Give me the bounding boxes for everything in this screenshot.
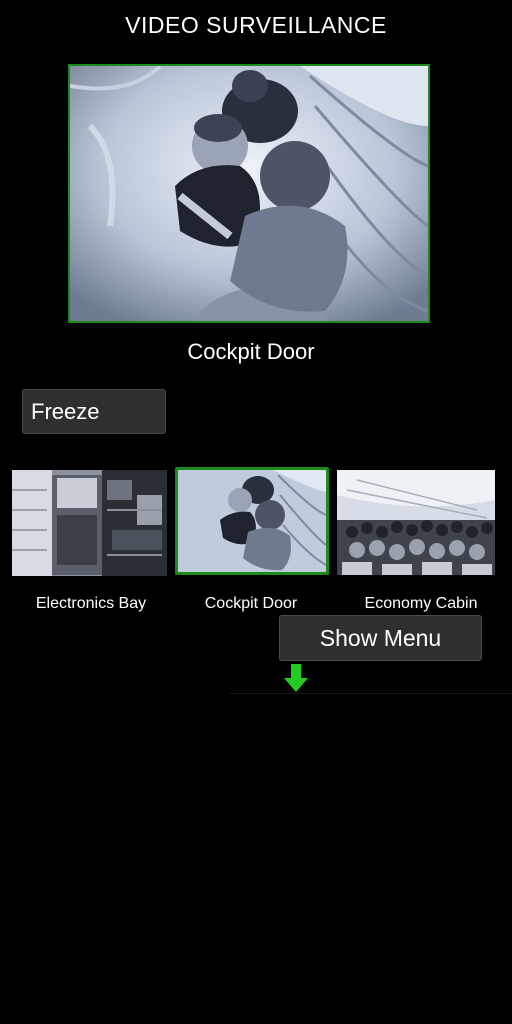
- cockpit-door-thumb-image: [178, 470, 326, 572]
- camera-thumb-electronics-bay[interactable]: [12, 470, 167, 576]
- camera-thumb-cockpit-door[interactable]: [175, 467, 329, 575]
- freeze-button[interactable]: Freeze: [22, 389, 166, 434]
- show-menu-button[interactable]: Show Menu: [279, 615, 482, 661]
- divider: [230, 693, 512, 694]
- main-feed-caption: Cockpit Door: [187, 339, 315, 364]
- camera-label-cockpit-door: Cockpit Door: [204, 595, 298, 612]
- cockpit-door-feed-image: [70, 66, 428, 321]
- arrow-down-icon: [284, 664, 308, 692]
- camera-label-economy-cabin: Economy Cabin: [364, 595, 478, 612]
- electronics-bay-feed-image: [12, 470, 167, 576]
- camera-thumb-economy-cabin[interactable]: [337, 470, 495, 575]
- economy-cabin-feed-image: [337, 470, 495, 575]
- page-title: VIDEO SURVEILLANCE: [125, 12, 387, 38]
- surveillance-screen: VIDEO SURVEILLANCE Cockpit Door Freeze E…: [0, 0, 512, 1024]
- camera-label-electronics-bay: Electronics Bay: [35, 595, 147, 612]
- main-camera-feed: [68, 64, 430, 323]
